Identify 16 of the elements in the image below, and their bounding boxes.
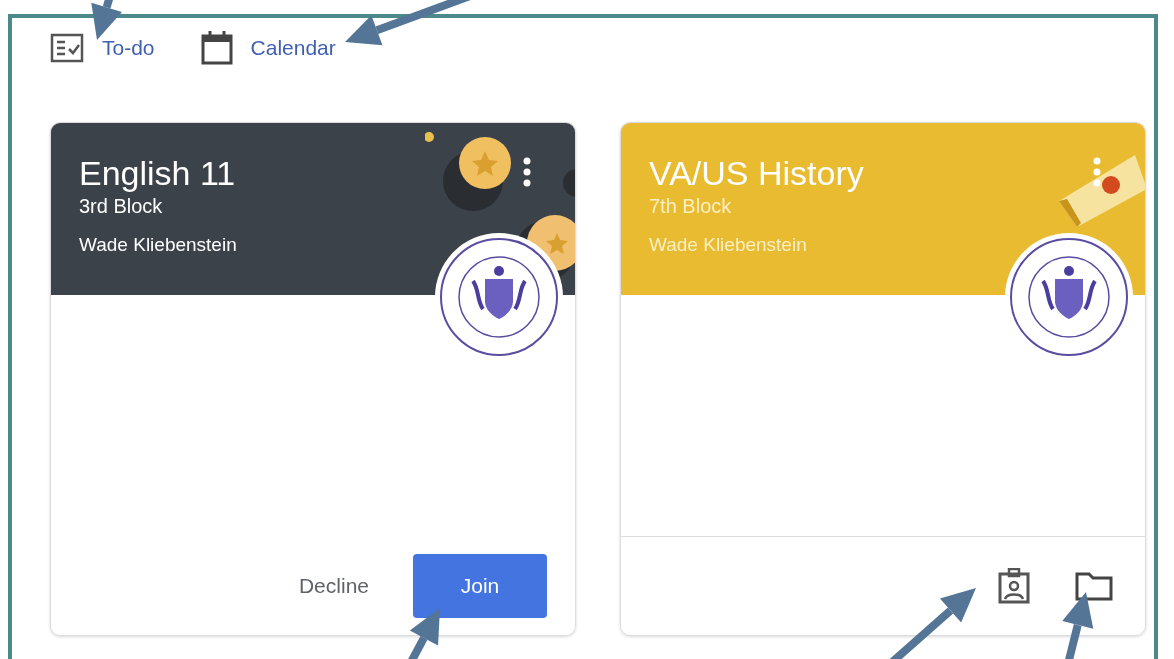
class-section: 3rd Block [79,195,163,218]
nav-link[interactable]: Calendar [200,31,336,65]
annotation-arrow [406,608,440,659]
annotation-arrow [1062,592,1094,659]
teacher-name: Wade Kliebenstein [649,234,807,256]
class-title[interactable]: English 11 [79,153,236,193]
checklist-icon [50,33,84,63]
teacher-name: Wade Kliebenstein [79,234,237,256]
nav-link[interactable]: To-do [50,33,155,63]
class-card[interactable]: English 11 3rd Block Wade Kliebenstein Decline Join [50,122,576,636]
decline-button[interactable]: Decline [290,566,377,606]
class-section: 7th Block [649,195,732,218]
calendar-icon [200,31,233,65]
annotation-arrow [91,0,122,40]
more-options-icon[interactable] [523,157,531,187]
join-button[interactable]: Join [413,554,547,618]
